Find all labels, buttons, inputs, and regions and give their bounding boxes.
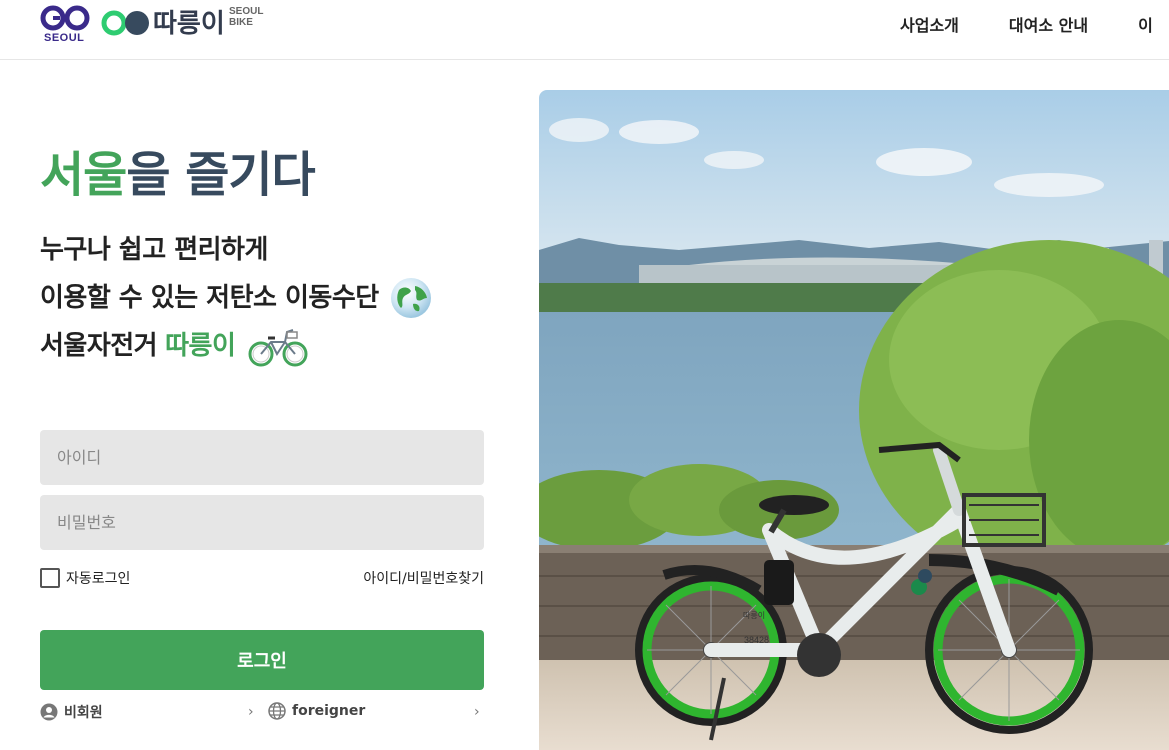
tagline-line-2: 이용할 수 있는 저탄소 이동수단 <box>40 274 433 322</box>
bike-icon <box>248 329 308 367</box>
brand-sub-bike: BIKE <box>229 17 253 28</box>
chevron-right-icon: › <box>248 704 254 720</box>
hero-photo: 38428 따릉이 <box>539 90 1169 750</box>
globe-icon <box>390 278 431 318</box>
tagline-line-3: 서울자전거 따릉이 <box>40 322 433 370</box>
nav-station-guide[interactable]: 대여소 안내 <box>1009 12 1088 36</box>
tagline-line-2-text: 이용할 수 있는 저탄소 이동수단 <box>40 283 379 313</box>
tagline-line-1: 누구나 쉽고 편리하게 <box>40 235 268 265</box>
nav-business-intro[interactable]: 사업소개 <box>900 12 959 36</box>
find-id-password-link[interactable]: 아이디/비밀번호찾기 <box>363 568 484 588</box>
brand-sub-seoul: SEOUL <box>229 6 264 17</box>
tagline-brand: 따릉이 <box>165 331 236 361</box>
id-input[interactable] <box>40 430 484 485</box>
guest-label: 비회원 <box>64 705 103 721</box>
hero-title: 서울을 즐기다 <box>40 135 316 205</box>
bottom-links: 비회원 › foreigner › <box>40 702 484 726</box>
header: SEOUL 따릉이 SEOUL BIKE 사업소개 대여소 안내 이 <box>0 0 1169 60</box>
brand-sub: SEOUL BIKE <box>229 6 263 28</box>
chevron-right-icon: › <box>474 704 480 720</box>
brand-name: 따릉이 <box>153 9 225 39</box>
top-nav: 사업소개 대여소 안내 이 <box>900 12 1153 36</box>
foreigner-link[interactable]: foreigner <box>268 702 365 720</box>
hero-title-rest: 을 즐기다 <box>126 147 315 203</box>
foreigner-label: foreigner <box>292 703 366 719</box>
go-seoul-text: SEOUL <box>44 32 85 44</box>
password-input[interactable] <box>40 495 484 550</box>
globe-small-icon <box>268 702 286 720</box>
ddareungi-logo[interactable]: 따릉이 SEOUL BIKE <box>101 6 271 46</box>
hero-title-accent: 서울 <box>40 147 127 203</box>
bike-number: 38428 <box>744 635 769 645</box>
nav-more[interactable]: 이 <box>1138 12 1153 36</box>
guest-link[interactable]: 비회원 <box>40 702 103 722</box>
bike-brand-label: 따릉이 <box>743 610 765 620</box>
ddareungi-mark-icon <box>101 10 149 36</box>
user-icon <box>40 703 58 721</box>
auto-login-checkbox[interactable]: 자동로그인 <box>40 568 130 588</box>
auto-login-label: 자동로그인 <box>66 571 131 587</box>
tagline-line-3-prefix: 서울자전거 <box>40 331 158 361</box>
login-button[interactable]: 로그인 <box>40 630 484 690</box>
tagline: 누구나 쉽고 편리하게 이용할 수 있는 저탄소 이동수단 서울자전거 따릉이 <box>40 226 433 370</box>
checkbox-box[interactable] <box>40 568 60 588</box>
